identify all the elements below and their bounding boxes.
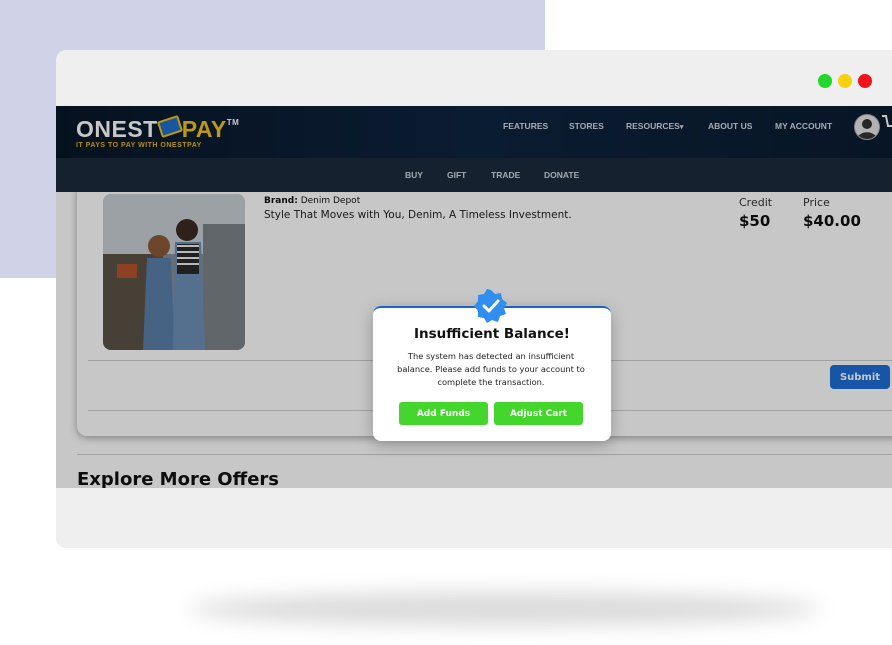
modal-title: Insufficient Balance! — [414, 326, 570, 342]
add-funds-button[interactable]: Add Funds — [399, 402, 488, 425]
minimize-dot[interactable] — [838, 74, 852, 88]
window-controls — [818, 74, 872, 88]
maximize-dot[interactable] — [818, 74, 832, 88]
modal-message: The system has detected an insufficient … — [397, 351, 585, 387]
floor-shadow — [190, 592, 820, 626]
verified-badge-icon — [474, 289, 508, 323]
insufficient-balance-modal: Insufficient Balance! The system has det… — [373, 289, 611, 441]
browser-window: Brand: Denim Depot Style That Moves with… — [56, 50, 892, 548]
adjust-cart-button[interactable]: Adjust Cart — [494, 402, 583, 425]
page-viewport: Brand: Denim Depot Style That Moves with… — [56, 106, 892, 488]
close-dot[interactable] — [858, 74, 872, 88]
